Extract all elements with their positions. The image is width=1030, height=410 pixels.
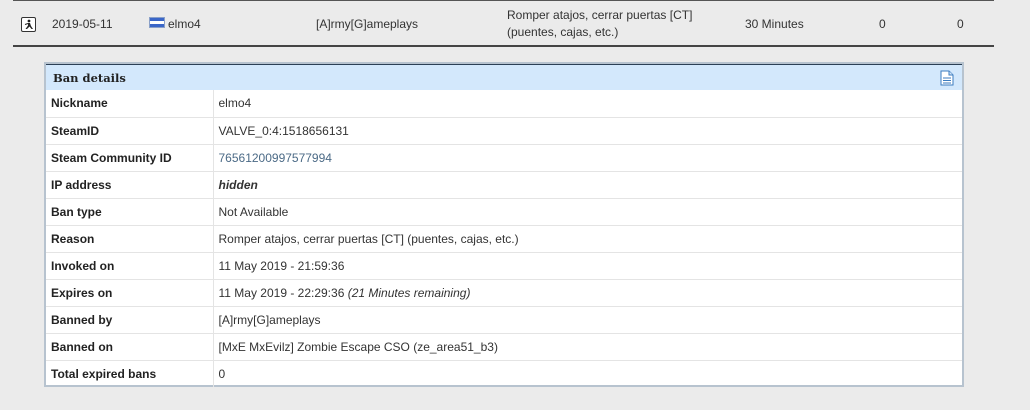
detail-row-banned-by: Banned by [A]rmy[G]ameplays — [46, 306, 962, 334]
ban-date: 2019-05-11 — [52, 16, 113, 31]
detail-value: elmo4 — [213, 90, 962, 118]
admin-name: [A]rmy[G]ameplays — [316, 16, 419, 31]
detail-label: Steam Community ID — [46, 144, 214, 172]
detail-row-invoked: Invoked on 11 May 2019 - 21:59:36 — [46, 252, 962, 280]
detail-value: 0 — [218, 366, 226, 381]
detail-row-ip: IP address hidden — [46, 171, 962, 199]
detail-row-steamid: SteamID VALVE_0:4:1518656131 — [46, 117, 962, 145]
detail-label: Reason — [46, 225, 214, 253]
detail-row-banned-on: Banned on [MxE MxEvilz] Zombie Escape CS… — [46, 333, 962, 361]
detail-label: Nickname — [46, 90, 214, 118]
detail-label: Banned by — [46, 306, 214, 334]
detail-value: 11 May 2019 - 21:59:36 — [213, 252, 962, 280]
detail-row-expires: Expires on 11 May 2019 - 22:29:36 (21 Mi… — [46, 279, 962, 307]
document-icon[interactable] — [940, 70, 954, 89]
detail-value: 76561200997577994 — [213, 144, 962, 172]
detail-value: [A]rmy[G]ameplays — [213, 306, 962, 334]
detail-value: Romper atajos, cerrar puertas [CT] (puen… — [213, 225, 962, 253]
count-a: 0 — [879, 16, 886, 31]
ban-list-row[interactable]: 2019-05-11 elmo4 [A]rmy[G]ameplays Rompe… — [13, 0, 994, 47]
player-nickname: elmo4 — [168, 16, 201, 31]
detail-label: SteamID — [46, 117, 214, 145]
detail-value: [MxE MxEvilz] Zombie Escape CSO (ze_area… — [213, 333, 962, 361]
ip-hidden-text: hidden — [218, 177, 258, 192]
player-cell: elmo4 — [149, 1, 201, 46]
expires-time: 11 May 2019 - 22:29:36 — [218, 285, 345, 300]
detail-label: IP address — [46, 171, 214, 199]
detail-label: Banned on — [46, 333, 214, 361]
detail-row-ban-type: Ban type Not Available — [46, 198, 962, 226]
detail-value: 11 May 2019 - 22:29:36 (21 Minutes remai… — [213, 279, 962, 307]
detail-value: VALVE_0:4:1518656131 — [213, 117, 962, 145]
count-b: 0 — [957, 16, 964, 31]
detail-label: Total expired bans — [46, 360, 214, 387]
detail-row-community-id: Steam Community ID 76561200997577994 — [46, 144, 962, 172]
detail-label: Invoked on — [46, 252, 214, 280]
time-remaining: (21 Minutes remaining) — [347, 285, 471, 300]
ban-details-panel: Ban details Nickname elmo4 SteamID VALVE… — [44, 62, 964, 387]
counter-strike-icon — [21, 17, 36, 32]
country-flag-icon — [149, 17, 165, 28]
ban-details-title: Ban details — [53, 70, 126, 85]
ban-reason: Romper atajos, cerrar puertas [CT] (puen… — [507, 7, 693, 39]
ban-details-header: Ban details — [46, 64, 962, 90]
detail-label: Expires on — [46, 279, 214, 307]
ban-details-table: Nickname elmo4 SteamID VALVE_0:4:1518656… — [46, 90, 962, 387]
detail-value: hidden — [213, 171, 962, 199]
ban-length: 30 Minutes — [745, 16, 804, 31]
detail-row-reason: Reason Romper atajos, cerrar puertas [CT… — [46, 225, 962, 253]
detail-row-nickname: Nickname elmo4 — [46, 90, 962, 118]
detail-value: Not Available — [213, 198, 962, 226]
detail-row-expired-bans: Total expired bans 0 — [46, 360, 962, 387]
steam-community-link[interactable]: 76561200997577994 — [219, 151, 332, 165]
detail-label: Ban type — [46, 198, 214, 226]
